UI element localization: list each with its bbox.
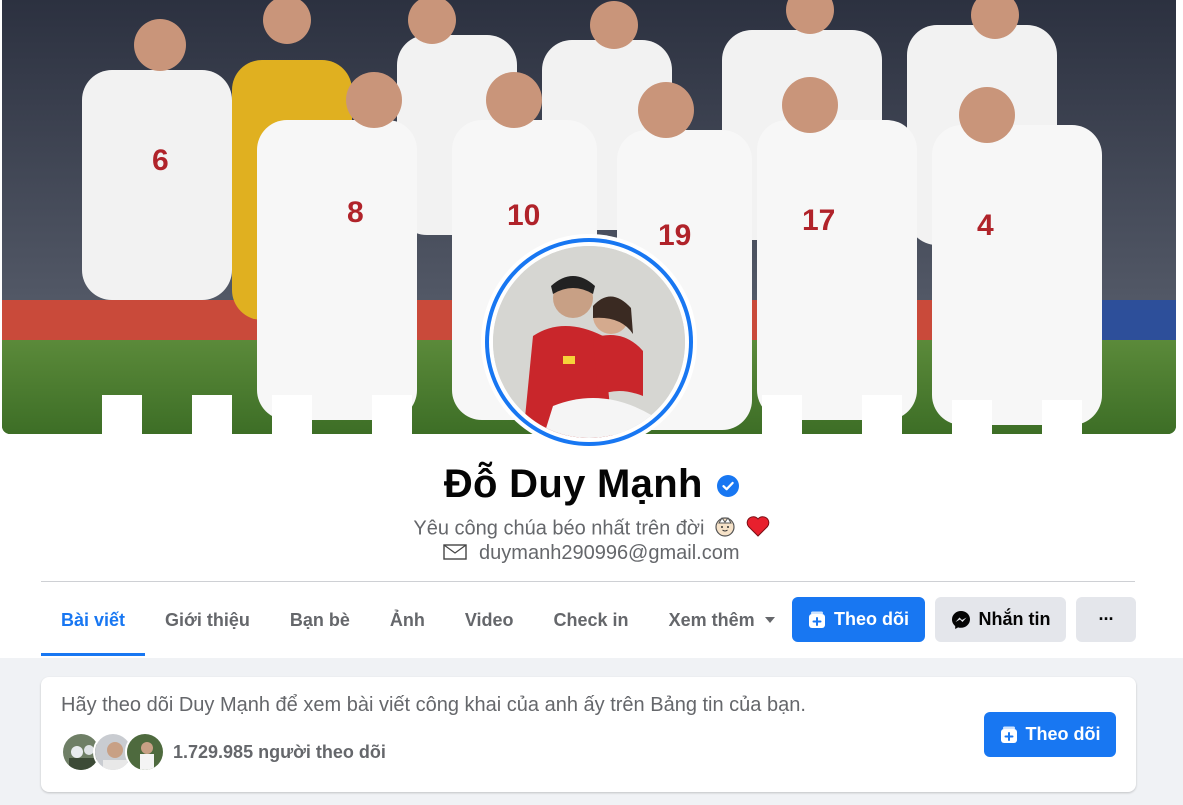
follow-suggestion-card: Hãy theo dõi Duy Mạnh để xem bài viết cô… [41, 677, 1136, 792]
message-button[interactable]: Nhắn tin [935, 597, 1066, 642]
tab-posts[interactable]: Bài viết [41, 584, 146, 656]
tab-label: Video [464, 609, 514, 630]
tab-label: Check in [553, 609, 629, 630]
tab-about[interactable]: Giới thiệu [145, 584, 270, 656]
more-options-icon: ··· [1098, 609, 1115, 629]
avatar-photo [493, 246, 685, 438]
svg-text:19: 19 [658, 219, 691, 252]
profile-name: Đỗ Duy Mạnh [443, 462, 703, 506]
svg-text:4: 4 [977, 209, 994, 242]
header-divider [41, 581, 1135, 582]
follow-button[interactable]: Theo dõi [792, 597, 925, 642]
princess-emoji-icon [714, 515, 736, 543]
followers-count: 1.729.985 người theo dõi [173, 741, 386, 762]
svg-text:6: 6 [152, 144, 169, 177]
follow-icon [1000, 726, 1017, 743]
card-follow-button-label: Theo dõi [1025, 724, 1101, 744]
svg-text:10: 10 [507, 199, 540, 232]
profile-avatar[interactable] [481, 234, 697, 450]
tab-check-ins[interactable]: Check in [534, 584, 649, 656]
avatar-ring-gap [489, 242, 689, 442]
profile-tabs: Bài viết Giới thiệu Bạn bè Ảnh Video Che… [41, 584, 795, 656]
tab-label: Xem thêm [668, 609, 755, 630]
profile-bio: Yêu công chúa béo nhất trên đời [0, 515, 1183, 543]
caret-down-icon [764, 617, 775, 623]
envelope-icon [443, 544, 468, 560]
follower-avatar [125, 732, 165, 772]
profile-name-row: Đỗ Duy Mạnh [0, 462, 1183, 507]
follow-icon [809, 611, 825, 628]
card-follow-button[interactable]: Theo dõi [984, 712, 1116, 757]
tab-videos[interactable]: Video [445, 584, 534, 656]
messenger-icon [951, 610, 970, 629]
red-heart-emoji-icon [746, 515, 770, 543]
svg-text:8: 8 [347, 196, 364, 229]
avatar-story-ring [485, 238, 693, 446]
email-text[interactable]: duymanh290996@gmail.com [479, 542, 739, 564]
more-options-button[interactable]: ··· [1076, 597, 1136, 642]
follow-suggestion-text: Hãy theo dõi Duy Mạnh để xem bài viết cô… [61, 694, 806, 716]
tab-photos[interactable]: Ảnh [370, 584, 445, 656]
bio-text: Yêu công chúa béo nhất trên đời [413, 517, 705, 540]
tab-label: Bài viết [61, 609, 126, 630]
profile-email: duymanh290996@gmail.com [0, 542, 1183, 565]
tab-label: Bạn bè [289, 609, 350, 630]
tab-friends[interactable]: Bạn bè [270, 584, 370, 656]
follow-button-label: Theo dõi [834, 609, 909, 629]
verified-badge-icon [717, 474, 740, 497]
svg-text:17: 17 [802, 204, 835, 237]
tab-label: Ảnh [389, 609, 425, 630]
followers-summary[interactable]: 1.729.985 người theo dõi [61, 732, 386, 772]
tab-label: Giới thiệu [165, 609, 250, 630]
profile-page: 6 8 10 19 17 4 Đỗ Duy Mạnh Yêu công chúa … [0, 0, 1183, 805]
tab-more[interactable]: Xem thêm [649, 584, 795, 656]
message-button-label: Nhắn tin [978, 609, 1051, 629]
